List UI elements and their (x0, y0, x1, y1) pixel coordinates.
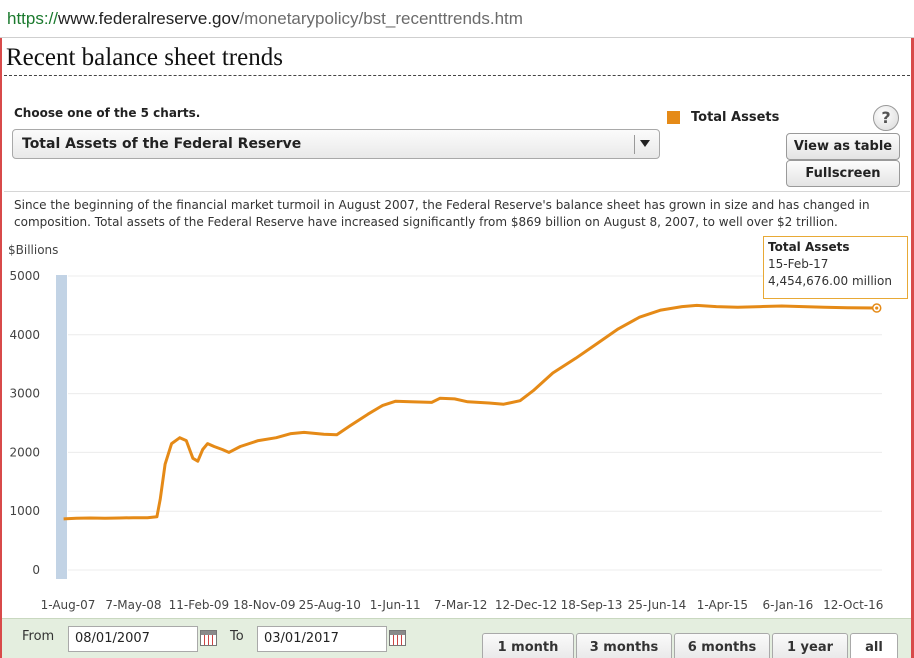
x-tick-label: 25-Aug-10 (299, 598, 361, 612)
x-tick-label: 18-Nov-09 (233, 598, 295, 612)
x-tick-label: 7-May-08 (105, 598, 161, 612)
chart-tooltip: Total Assets 15-Feb-17 4,454,676.00 mill… (763, 236, 908, 299)
range-1-year-button[interactable]: 1 year (772, 633, 848, 658)
range-3-months-button[interactable]: 3 months (576, 633, 672, 658)
url-path: /monetarypolicy/bst_recenttrends.htm (239, 9, 523, 28)
tooltip-value: 4,454,676.00 million (768, 274, 892, 288)
series-line-total-assets (63, 303, 877, 521)
x-tick-label: 6-Jan-16 (762, 598, 813, 612)
address-bar[interactable]: https://www.federalreserve.gov/monetaryp… (0, 0, 914, 38)
from-date-input[interactable]: 08/01/2007 (68, 626, 198, 652)
legend-swatch (667, 111, 680, 124)
x-tick-label: 18-Sep-13 (561, 598, 623, 612)
range-all-button[interactable]: all (850, 633, 898, 658)
x-tick-label: 11-Feb-09 (169, 598, 229, 612)
y-tick-label: 0 (32, 563, 40, 577)
x-tick-label: 7-Mar-12 (434, 598, 487, 612)
y-tick-label: 5000 (9, 269, 40, 283)
from-label: From (22, 629, 55, 644)
view-as-table-button[interactable]: View as table (786, 133, 900, 160)
hover-marker-dot (875, 306, 879, 310)
navigator-band[interactable] (56, 275, 67, 579)
chart-select[interactable]: Total Assets of the Federal Reserve (12, 129, 660, 159)
url-text[interactable]: https://www.federalreserve.gov/monetaryp… (7, 9, 523, 29)
x-tick-label: 1-Apr-15 (697, 598, 748, 612)
y-tick-label: 4000 (9, 328, 40, 342)
to-date-input[interactable]: 03/01/2017 (257, 626, 387, 652)
from-calendar-icon[interactable] (200, 630, 217, 646)
legend-label[interactable]: Total Assets (691, 110, 779, 125)
to-calendar-icon[interactable] (389, 630, 406, 646)
x-tick-label: 1-Aug-07 (41, 598, 96, 612)
range-6-months-button[interactable]: 6 months (674, 633, 770, 658)
tooltip-date: 15-Feb-17 (768, 257, 829, 271)
x-tick-label: 12-Oct-16 (823, 598, 883, 612)
x-tick-label: 1-Jun-11 (370, 598, 421, 612)
chart-chooser-label: Choose one of the 5 charts. (14, 106, 201, 120)
chevron-down-icon[interactable] (640, 140, 650, 147)
chart-select-value: Total Assets of the Federal Reserve (22, 136, 302, 152)
title-divider (4, 75, 910, 76)
date-range-toolbar: From 08/01/2007 To 03/01/2017 1 month 3 … (2, 618, 911, 658)
x-tick-label: 25-Jun-14 (628, 598, 687, 612)
y-tick-label: 2000 (9, 445, 40, 459)
tooltip-title: Total Assets (768, 240, 850, 254)
url-host: www.federalreserve.gov (58, 9, 240, 28)
page-title: Recent balance sheet trends (6, 44, 283, 71)
url-protocol: https:// (7, 9, 59, 28)
y-axis-label: $Billions (8, 243, 58, 257)
description-divider (4, 191, 910, 192)
chart-description: Since the beginning of the financial mar… (14, 198, 870, 229)
to-label: To (230, 629, 244, 644)
select-separator (634, 135, 635, 154)
fullscreen-button[interactable]: Fullscreen (786, 160, 900, 187)
y-tick-label: 1000 (9, 504, 40, 518)
x-tick-label: 12-Dec-12 (495, 598, 557, 612)
y-tick-label: 3000 (9, 387, 40, 401)
help-icon[interactable]: ? (873, 105, 899, 131)
range-1-month-button[interactable]: 1 month (482, 633, 574, 658)
